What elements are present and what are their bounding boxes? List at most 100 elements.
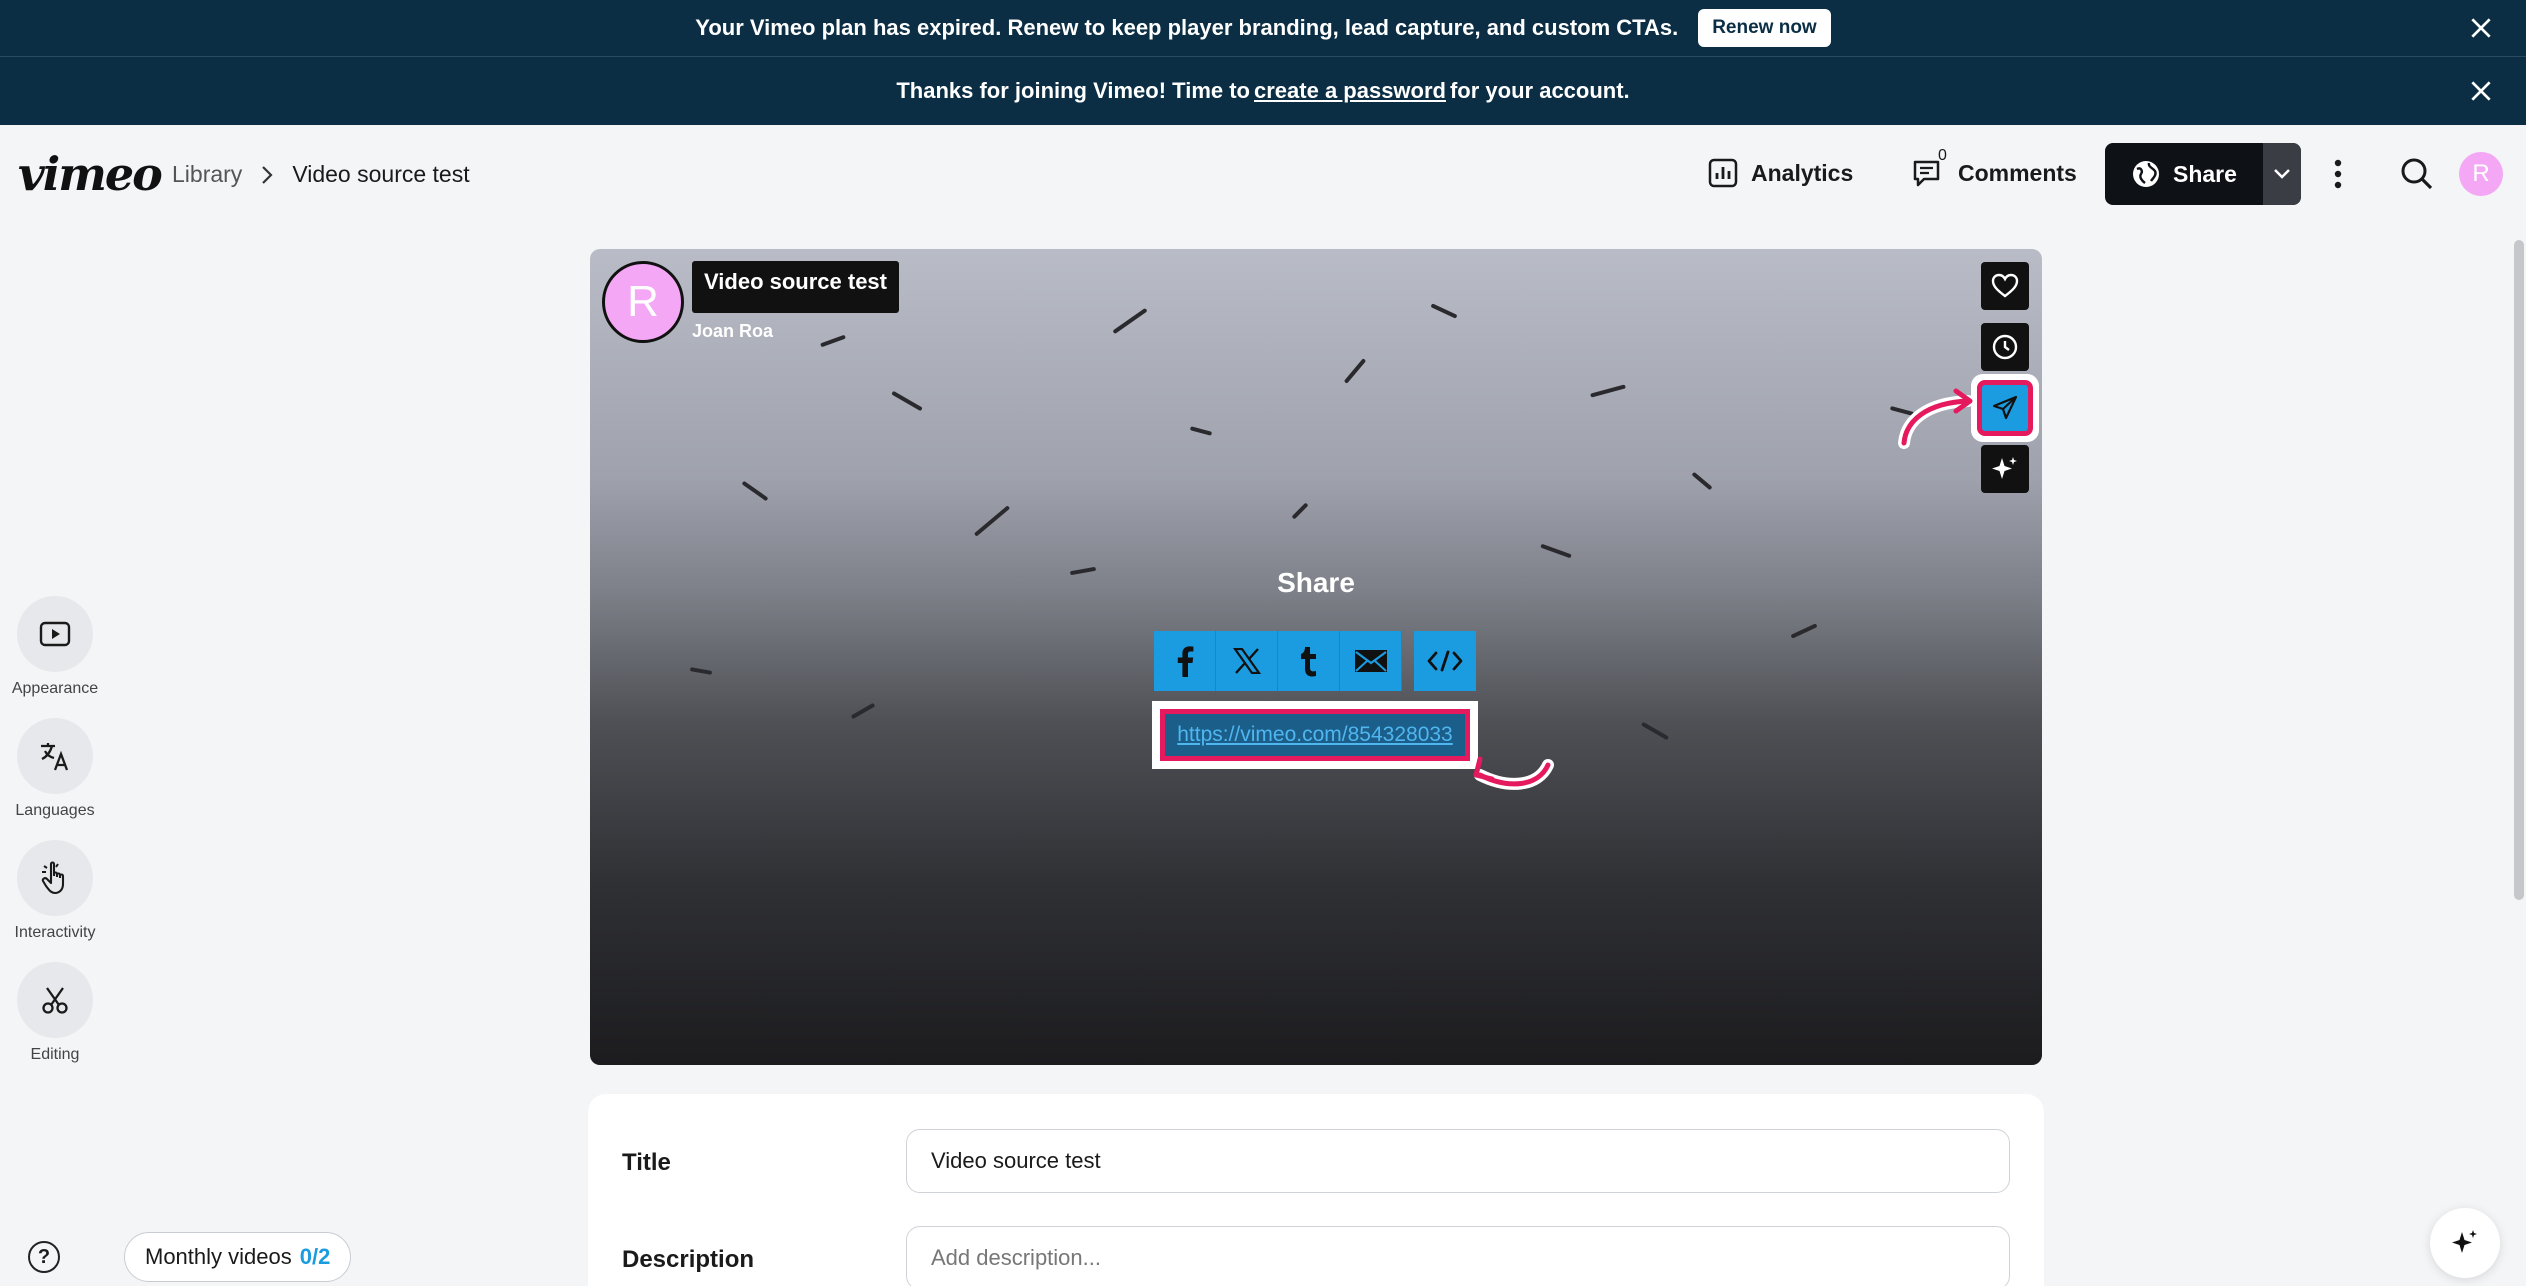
create-password-link[interactable]: create a password bbox=[1254, 78, 1446, 104]
rail-appearance[interactable]: Appearance bbox=[12, 596, 98, 698]
welcome-banner: Thanks for joining Vimeo! Time to create… bbox=[0, 57, 2526, 125]
globe-icon bbox=[2133, 161, 2159, 187]
monthly-videos-pill[interactable]: Monthly videos 0/2 bbox=[124, 1232, 352, 1282]
chevron-right-icon bbox=[262, 165, 273, 184]
like-button[interactable] bbox=[1981, 262, 2029, 310]
chevron-down-icon bbox=[2274, 169, 2290, 179]
envelope-icon bbox=[1354, 650, 1387, 672]
close-icon[interactable] bbox=[2468, 15, 2494, 41]
bird-shape bbox=[1343, 358, 1367, 384]
bird-shape bbox=[1430, 303, 1458, 319]
pointer-hand-icon bbox=[41, 861, 65, 895]
video-details-form: Title Video source test Description Add … bbox=[588, 1094, 2044, 1286]
bird-shape bbox=[820, 334, 846, 348]
languages-label: Languages bbox=[15, 802, 95, 819]
play-screen-icon bbox=[39, 621, 71, 647]
bird-shape bbox=[689, 667, 713, 675]
rail-editing[interactable]: Editing bbox=[17, 962, 93, 1064]
scissors-icon bbox=[42, 987, 68, 1014]
comments-label: Comments bbox=[1958, 159, 2077, 186]
plan-expired-text: Your Vimeo plan has expired. Renew to ke… bbox=[695, 15, 1679, 40]
page-scrollbar[interactable] bbox=[2514, 240, 2524, 900]
bird-shape bbox=[1691, 471, 1713, 491]
description-label: Description bbox=[622, 1246, 755, 1273]
share-player-button[interactable] bbox=[1977, 380, 2033, 436]
search-icon[interactable] bbox=[2400, 157, 2434, 191]
welcome-text-after: for your account. bbox=[1449, 78, 1630, 103]
appearance-label: Appearance bbox=[11, 680, 99, 697]
monthly-videos-count: 0/2 bbox=[299, 1244, 331, 1269]
code-embed-icon bbox=[1427, 650, 1463, 672]
rail-interactivity[interactable]: Interactivity bbox=[15, 840, 95, 942]
heart-icon bbox=[1991, 273, 2019, 298]
bird-shape bbox=[741, 480, 769, 502]
facebook-icon bbox=[1177, 646, 1193, 677]
renew-now-button[interactable]: Renew now bbox=[1698, 9, 1831, 47]
comments-button[interactable]: 0 Comments bbox=[1912, 143, 2077, 203]
languages-button[interactable] bbox=[17, 718, 93, 794]
share-button[interactable]: Share bbox=[2105, 143, 2301, 205]
embed-share-button[interactable] bbox=[1414, 631, 1476, 691]
translate-icon bbox=[41, 743, 69, 771]
rail-languages[interactable]: Languages bbox=[15, 718, 95, 820]
comments-count: 0 bbox=[1938, 147, 1947, 164]
description-input[interactable]: Add description... bbox=[906, 1226, 2010, 1286]
welcome-text-before: Thanks for joining Vimeo! Time to bbox=[896, 78, 1250, 103]
ai-assist-player-button[interactable] bbox=[1981, 445, 2029, 493]
share-label: Share bbox=[2173, 160, 2237, 187]
bird-shape bbox=[850, 702, 876, 720]
user-avatar[interactable]: R bbox=[2459, 152, 2503, 196]
bird-shape bbox=[1189, 426, 1213, 436]
ai-assistant-button[interactable] bbox=[2430, 1208, 2500, 1278]
bird-shape bbox=[973, 505, 1011, 537]
clock-icon bbox=[1992, 334, 2018, 360]
editing-button[interactable] bbox=[17, 962, 93, 1038]
paper-plane-icon bbox=[1992, 395, 2018, 420]
annotation-arrow-icon bbox=[1898, 388, 1974, 449]
sparkle-icon bbox=[2452, 1230, 2477, 1253]
bird-shape bbox=[1540, 543, 1572, 559]
analytics-icon bbox=[1708, 158, 1738, 188]
bird-shape bbox=[1641, 721, 1669, 741]
share-dropdown-button[interactable] bbox=[2263, 143, 2301, 205]
appearance-button[interactable] bbox=[17, 596, 93, 672]
breadcrumb-library[interactable]: Library bbox=[172, 161, 242, 188]
tumblr-icon bbox=[1300, 647, 1316, 677]
bird-shape bbox=[1590, 384, 1626, 398]
annotation-arrow-icon bbox=[1473, 756, 1554, 790]
x-logo-icon bbox=[1232, 648, 1261, 674]
title-label: Title bbox=[622, 1149, 671, 1176]
sparkle-icon bbox=[1992, 457, 2017, 479]
monthly-videos-label: Monthly videos bbox=[145, 1244, 292, 1269]
editing-label: Editing bbox=[30, 1046, 80, 1063]
video-author-overlay[interactable]: Joan Roa bbox=[692, 321, 773, 342]
more-options-icon[interactable] bbox=[2332, 158, 2344, 190]
tumblr-share-button[interactable] bbox=[1278, 631, 1340, 691]
analytics-label: Analytics bbox=[1751, 159, 1854, 186]
share-url-link[interactable]: https://vimeo.com/854328033 bbox=[1160, 709, 1470, 761]
interactivity-label: Interactivity bbox=[14, 924, 96, 941]
breadcrumb: Library Video source test bbox=[172, 161, 470, 188]
video-title-overlay[interactable]: Video source test bbox=[692, 261, 899, 313]
video-player[interactable]: R Video source test Joan Roa Share https… bbox=[590, 249, 2042, 1065]
help-icon[interactable]: ? bbox=[28, 1241, 60, 1273]
share-overlay-title: Share bbox=[1277, 567, 1355, 598]
author-avatar[interactable]: R bbox=[602, 261, 684, 343]
plan-expired-banner: Your Vimeo plan has expired. Renew to ke… bbox=[0, 0, 2526, 57]
bird-shape bbox=[1291, 502, 1309, 520]
share-social-row bbox=[1154, 631, 1476, 691]
bird-shape bbox=[891, 390, 923, 412]
x-share-button[interactable] bbox=[1216, 631, 1278, 691]
close-icon[interactable] bbox=[2468, 78, 2494, 104]
facebook-share-button[interactable] bbox=[1154, 631, 1216, 691]
email-share-button[interactable] bbox=[1340, 631, 1402, 691]
breadcrumb-current: Video source test bbox=[292, 161, 470, 187]
bird-shape bbox=[1112, 307, 1148, 335]
analytics-button[interactable]: Analytics bbox=[1707, 143, 1853, 203]
title-input[interactable]: Video source test bbox=[906, 1129, 2010, 1193]
watch-later-button[interactable] bbox=[1981, 323, 2029, 371]
vimeo-logo[interactable]: vimeo bbox=[18, 147, 163, 201]
bird-shape bbox=[1790, 623, 1818, 639]
interactivity-button[interactable] bbox=[17, 840, 93, 916]
share-main-button[interactable]: Share bbox=[2105, 143, 2263, 205]
